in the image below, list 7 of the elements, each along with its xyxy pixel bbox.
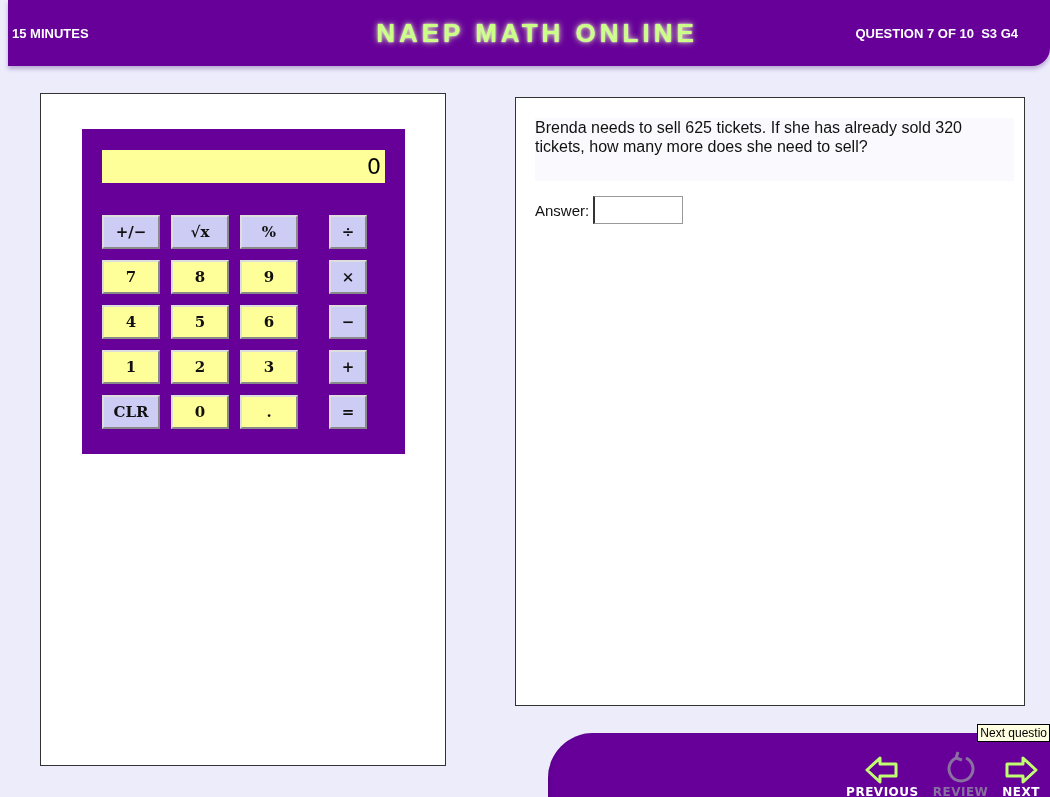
app-title: NAEP MATH ONLINE: [376, 17, 698, 49]
question-counter: QUESTION 7 OF 10 S3 G4: [855, 25, 1018, 41]
calculator-display: 0: [102, 150, 385, 183]
answer-label: Answer:: [535, 201, 590, 219]
tooltip: Next questio: [977, 724, 1050, 742]
question-text: Brenda needs to sell 625 tickets. If she has already sold 320 tickets, how many more does she need to sell?: [535, 118, 1014, 181]
timer-text: 15 MINUTES: [12, 25, 89, 41]
